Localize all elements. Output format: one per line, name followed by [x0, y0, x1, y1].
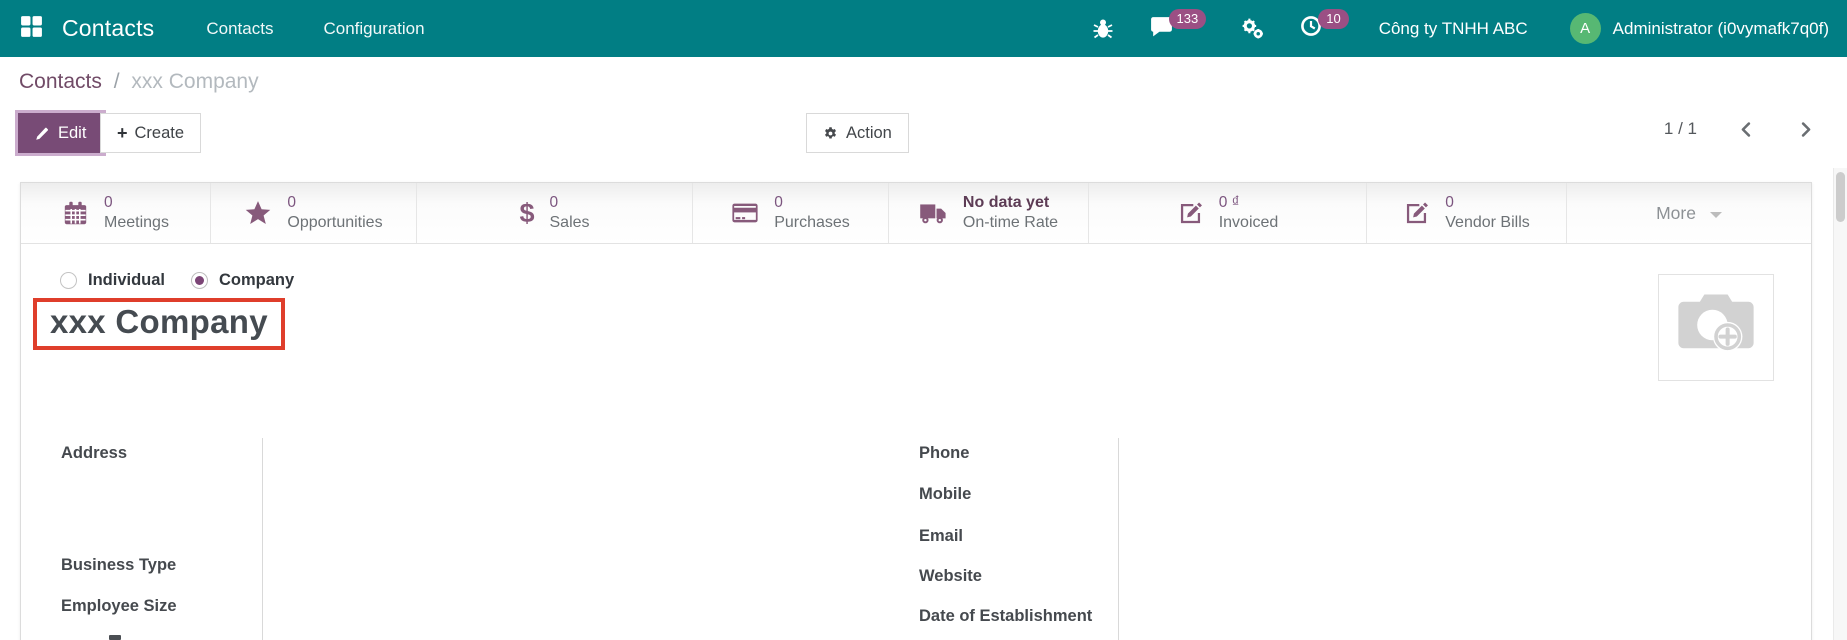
- vertical-scrollbar[interactable]: [1833, 168, 1847, 640]
- debug-bug-icon[interactable]: [1091, 17, 1115, 41]
- left-column-divider: [262, 438, 263, 640]
- radio-individual[interactable]: [60, 272, 77, 289]
- activities-badge: 10: [1318, 9, 1348, 29]
- stat-value: 0: [550, 193, 590, 212]
- apps-menu-button[interactable]: [18, 16, 44, 42]
- field-label-employee-size: Employee Size: [61, 597, 177, 616]
- field-label-address: Address: [61, 444, 127, 463]
- clipped-field-label: [109, 635, 121, 640]
- invoice-edit-icon: [1177, 200, 1204, 227]
- pencil-icon: [35, 126, 50, 141]
- edit-button-label: Edit: [58, 124, 86, 143]
- plus-icon: +: [117, 123, 128, 144]
- action-button[interactable]: Action: [806, 113, 909, 153]
- stat-label: On-time Rate: [963, 213, 1058, 233]
- pager-count: 1 / 1: [1664, 119, 1697, 139]
- stat-value: 0: [1445, 193, 1530, 212]
- user-menu[interactable]: A Administrator (i0vymafk7q0f): [1570, 13, 1829, 44]
- radio-company-label: Company: [219, 271, 294, 290]
- stat-meetings[interactable]: 0 Meetings: [21, 183, 211, 243]
- settings-gears-icon[interactable]: [1240, 16, 1265, 41]
- user-name: Administrator (i0vymafk7q0f): [1613, 19, 1829, 39]
- invoice-edit-icon: [1403, 200, 1430, 227]
- stat-value: 0 ₫: [1219, 193, 1279, 212]
- stat-value: 0: [774, 193, 850, 212]
- stat-invoiced[interactable]: 0 ₫ Invoiced: [1089, 183, 1367, 243]
- field-label-business-type: Business Type: [61, 556, 176, 575]
- avatar: A: [1570, 13, 1601, 44]
- form-sheet: 0 Meetings 0 Opportunities $ 0 Sales: [20, 182, 1812, 640]
- field-label-website: Website: [919, 567, 982, 586]
- company-name-title[interactable]: xxx Company: [50, 303, 268, 340]
- topbar-right: 133 10 Công ty TNHH ABC A Administrator …: [1057, 13, 1829, 44]
- stat-label: Vendor Bills: [1445, 213, 1530, 233]
- contacts-form-screen: Contacts Contacts Configuration 133 10 C…: [0, 0, 1847, 640]
- star-icon: [244, 199, 272, 227]
- field-label-date-of-establishment: Date of Establishment: [919, 607, 1092, 626]
- breadcrumb-current: xxx Company: [131, 70, 258, 93]
- stat-button-bar: 0 Meetings 0 Opportunities $ 0 Sales: [21, 183, 1811, 244]
- stat-sales[interactable]: $ 0 Sales: [417, 183, 693, 243]
- stat-label: Meetings: [104, 213, 169, 233]
- credit-card-icon: [731, 199, 759, 227]
- apps-grid-icon: [19, 14, 44, 44]
- control-panel: Edit + Create Action 1 / 1: [0, 111, 1847, 155]
- create-button[interactable]: + Create: [100, 113, 201, 153]
- calendar-icon: [62, 200, 89, 227]
- gear-icon: [823, 126, 838, 141]
- breadcrumb-separator: /: [114, 70, 120, 93]
- chevron-down-icon: [1710, 212, 1722, 218]
- stat-value: 0: [104, 193, 169, 212]
- company-type-radio-group: Individual Company: [60, 271, 320, 290]
- breadcrumb-contacts-link[interactable]: Contacts: [19, 70, 102, 93]
- stat-purchases[interactable]: 0 Purchases: [693, 183, 889, 243]
- messages-button[interactable]: 133: [1149, 14, 1207, 44]
- radio-individual-label: Individual: [88, 271, 165, 290]
- scrollbar-thumb[interactable]: [1836, 172, 1845, 222]
- right-column-divider: [1118, 438, 1119, 640]
- field-label-phone: Phone: [919, 444, 969, 463]
- radio-company[interactable]: [191, 272, 208, 289]
- camera-plus-icon: [1673, 289, 1759, 366]
- stat-vendor-bills[interactable]: 0 Vendor Bills: [1367, 183, 1567, 243]
- activities-button[interactable]: 10: [1299, 14, 1348, 43]
- menu-configuration[interactable]: Configuration: [323, 19, 424, 39]
- stat-label: Invoiced: [1219, 213, 1279, 233]
- stat-value: 0: [287, 193, 382, 212]
- more-label: More: [1656, 203, 1696, 224]
- field-label-mobile: Mobile: [919, 485, 971, 504]
- stat-label: Opportunities: [287, 213, 382, 233]
- dollar-icon: $: [519, 200, 534, 227]
- company-name-highlight-box: xxx Company: [33, 298, 285, 350]
- form-body: Individual Company xxx Company Address B…: [21, 244, 1811, 640]
- pager: 1 / 1: [1664, 119, 1815, 139]
- stat-opportunities[interactable]: 0 Opportunities: [211, 183, 417, 243]
- truck-icon: [919, 199, 948, 228]
- messages-badge: 133: [1169, 9, 1207, 29]
- field-label-email: Email: [919, 527, 963, 546]
- breadcrumb: Contacts / xxx Company: [19, 70, 259, 94]
- pager-previous-button[interactable]: [1737, 120, 1756, 139]
- top-menu: Contacts Configuration: [206, 19, 424, 39]
- menu-contacts[interactable]: Contacts: [206, 19, 273, 39]
- more-button[interactable]: More: [1567, 183, 1811, 243]
- stat-label: Sales: [550, 213, 590, 233]
- company-photo-placeholder[interactable]: [1658, 274, 1774, 381]
- action-button-label: Action: [846, 124, 892, 143]
- app-title: Contacts: [62, 15, 154, 42]
- pager-next-button[interactable]: [1796, 120, 1815, 139]
- top-navbar: Contacts Contacts Configuration 133 10 C…: [0, 0, 1847, 57]
- stat-on-time-rate[interactable]: No data yet On-time Rate: [889, 183, 1089, 243]
- company-switcher[interactable]: Công ty TNHH ABC: [1379, 19, 1528, 39]
- stat-label: Purchases: [774, 213, 850, 233]
- edit-button[interactable]: Edit: [18, 113, 103, 153]
- create-button-label: Create: [135, 124, 185, 143]
- stat-value: No data yet: [963, 193, 1058, 213]
